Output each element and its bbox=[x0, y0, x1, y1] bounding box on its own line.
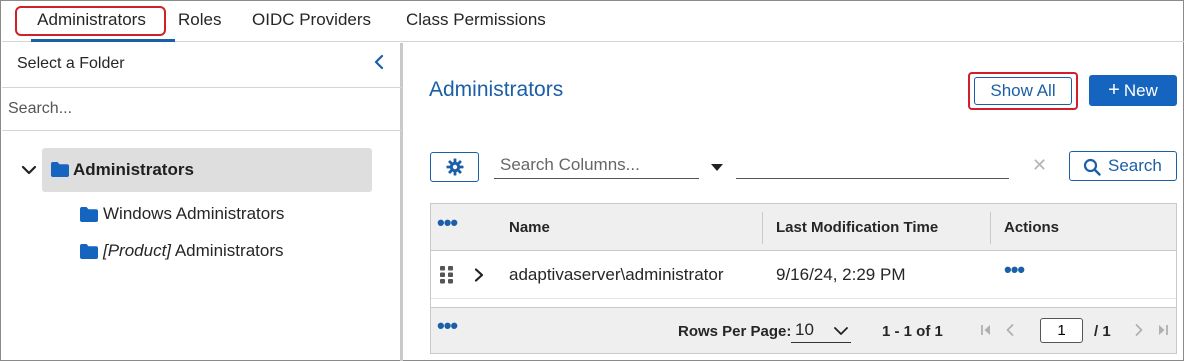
search-button[interactable]: Search bbox=[1069, 151, 1177, 181]
page-number-field bbox=[1040, 318, 1083, 343]
previous-page-icon[interactable] bbox=[1003, 323, 1017, 337]
column-header-name[interactable]: Name bbox=[509, 219, 550, 236]
new-button-label: New bbox=[1123, 81, 1158, 100]
column-divider[interactable] bbox=[990, 212, 991, 244]
cell-name: adaptivaserver\administrator bbox=[509, 265, 724, 284]
next-page-icon[interactable] bbox=[1132, 323, 1146, 337]
page-number-input[interactable] bbox=[1041, 319, 1082, 342]
grid-header: ••• Name Last Modification Time Actions bbox=[431, 204, 1176, 251]
folder-panel-title: Select a Folder bbox=[17, 55, 125, 72]
show-all-button[interactable]: Show All bbox=[974, 77, 1072, 105]
column-divider[interactable] bbox=[762, 212, 763, 244]
tab-administrators[interactable]: Administrators bbox=[15, 2, 175, 42]
active-tab-indicator bbox=[31, 39, 175, 42]
rows-per-page-value: 10 bbox=[795, 320, 814, 339]
search-value-input[interactable] bbox=[736, 151, 1009, 178]
chevron-right-icon[interactable] bbox=[473, 268, 485, 282]
rows-per-page-label: Rows Per Page: bbox=[678, 323, 792, 340]
page-total: / 1 bbox=[1094, 323, 1111, 340]
folder-panel: Select a Folder Administrators Windows A… bbox=[2, 43, 403, 361]
row-actions-icon[interactable]: ••• bbox=[1004, 259, 1025, 281]
tab-roles[interactable]: Roles bbox=[178, 2, 221, 42]
grid-menu-icon[interactable]: ••• bbox=[437, 212, 458, 234]
drag-handle-icon[interactable] bbox=[439, 265, 455, 285]
tab-oidc-providers[interactable]: OIDC Providers bbox=[252, 2, 371, 42]
plus-icon: + bbox=[1108, 79, 1120, 101]
folder-search-input[interactable] bbox=[2, 88, 402, 130]
highlight-outline: Show All bbox=[968, 72, 1078, 110]
product-tag: [Product] bbox=[103, 241, 172, 260]
chevron-down-icon[interactable] bbox=[20, 161, 38, 179]
administrators-grid: ••• Name Last Modification Time Actions … bbox=[430, 203, 1177, 354]
grid-footer: ••• Rows Per Page: 10 1 - 1 of 1 / 1 bbox=[431, 307, 1176, 353]
search-columns-input[interactable] bbox=[494, 151, 699, 178]
tab-label: OIDC Providers bbox=[252, 10, 372, 29]
gear-icon bbox=[446, 158, 464, 176]
rows-per-page-select[interactable]: 10 bbox=[791, 317, 851, 343]
search-button-label: Search bbox=[1108, 156, 1162, 175]
collapse-panel-icon[interactable] bbox=[370, 51, 390, 73]
new-button[interactable]: + New bbox=[1089, 75, 1177, 106]
caret-down-icon[interactable] bbox=[710, 159, 724, 171]
folder-icon bbox=[80, 244, 98, 259]
folder-icon bbox=[80, 207, 98, 222]
tree-item-label: Windows Administrators bbox=[103, 204, 285, 223]
tab-label: Administrators bbox=[37, 10, 146, 29]
tab-label: Roles bbox=[178, 10, 222, 29]
tree-item-label: Administrators bbox=[174, 241, 284, 260]
close-icon[interactable]: ✕ bbox=[1032, 155, 1047, 176]
search-value-field bbox=[736, 151, 1009, 179]
last-page-icon[interactable] bbox=[1156, 323, 1170, 337]
folder-search bbox=[2, 87, 402, 131]
tab-label: Class Permissions bbox=[406, 10, 546, 29]
column-header-last-modified[interactable]: Last Modification Time bbox=[776, 219, 938, 236]
cell-last-modified: 9/16/24, 2:29 PM bbox=[776, 265, 906, 284]
app-frame: Administrators Roles OIDC Providers Clas… bbox=[0, 0, 1184, 361]
folder-icon bbox=[51, 162, 69, 177]
record-range: 1 - 1 of 1 bbox=[882, 323, 943, 340]
footer-menu-icon[interactable]: ••• bbox=[437, 315, 458, 337]
search-icon bbox=[1083, 158, 1101, 176]
chevron-down-icon bbox=[834, 327, 848, 335]
tree-item-label: Administrators bbox=[73, 160, 194, 179]
tab-bar: Administrators Roles OIDC Providers Clas… bbox=[2, 2, 1184, 42]
tree-item-label-wrap: [Product] Administrators bbox=[103, 241, 283, 261]
column-settings-button[interactable] bbox=[430, 152, 479, 182]
table-row[interactable]: adaptivaserver\administrator 9/16/24, 2:… bbox=[431, 252, 1176, 299]
tab-class-permissions[interactable]: Class Permissions bbox=[406, 2, 546, 42]
page-title: Administrators bbox=[429, 78, 564, 101]
column-header-actions: Actions bbox=[1004, 219, 1060, 236]
first-page-icon[interactable] bbox=[979, 323, 993, 337]
search-columns-field bbox=[494, 151, 699, 179]
tree-item-administrators[interactable]: Administrators bbox=[42, 148, 372, 192]
